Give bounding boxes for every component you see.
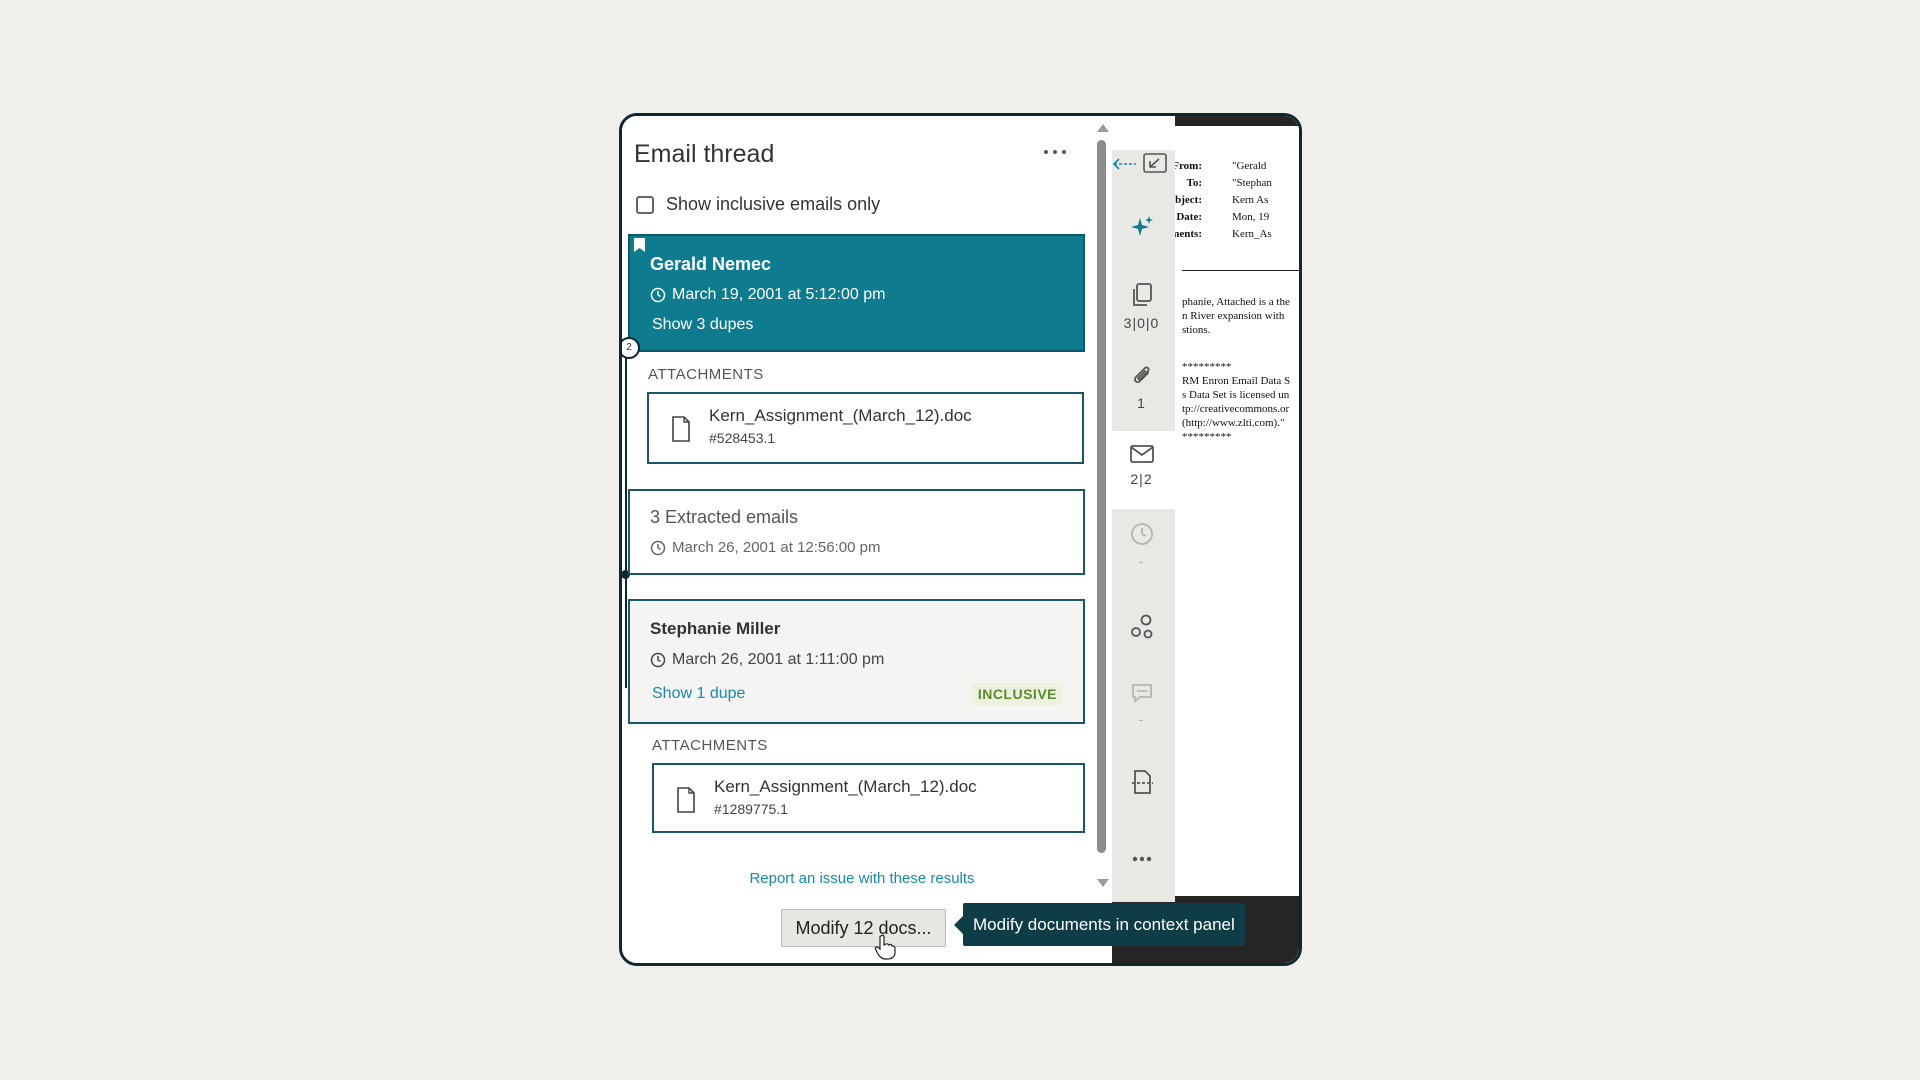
more-options-icon[interactable] bbox=[1042, 142, 1070, 162]
email-sender: 3 Extracted emails bbox=[650, 507, 799, 527]
body-line: (http://www.zlti.com)." bbox=[1182, 417, 1285, 429]
clock-icon bbox=[650, 287, 666, 303]
email-thread-panel: Email thread Show inclusive emails only … bbox=[622, 116, 1112, 963]
attachments-count: 1 bbox=[1137, 395, 1146, 411]
document-icon bbox=[677, 787, 695, 813]
sidebar-item-email-thread[interactable]: 2|2 bbox=[1108, 431, 1175, 509]
email-timestamp-text: March 26, 2001 at 12:56:00 pm bbox=[672, 539, 881, 556]
clusters-icon bbox=[1130, 614, 1152, 639]
show-dupes-link[interactable]: Show 1 dupe bbox=[652, 685, 745, 703]
body-line: phanie, Attached is a the bbox=[1182, 296, 1290, 308]
attachment-name: Kern_Assignment_(March_12).doc bbox=[709, 406, 972, 425]
clock-icon bbox=[1130, 523, 1153, 545]
email-timestamp: March 19, 2001 at 5:12:00 pm bbox=[650, 286, 885, 304]
show-dupes-link[interactable]: Show 3 dupes bbox=[652, 316, 753, 334]
comment-icon bbox=[1131, 684, 1152, 703]
clock-icon bbox=[650, 540, 666, 555]
envelope-icon bbox=[1129, 445, 1154, 463]
body-line: stions. bbox=[1182, 324, 1211, 336]
body-line: ********* bbox=[1182, 431, 1232, 443]
report-issue-link[interactable]: Report an issue with these results bbox=[622, 870, 1102, 887]
email-sender: Stephanie Miller bbox=[650, 619, 781, 638]
email-timestamp: March 26, 2001 at 12:56:00 pm bbox=[650, 539, 880, 556]
sidebar-item-comments[interactable]: - bbox=[1108, 681, 1175, 727]
context-sidebar: 3|0|0 1 2|2 - - bbox=[1108, 116, 1175, 902]
sidebar-item-related[interactable] bbox=[1108, 613, 1175, 641]
back-arrow-icon[interactable] bbox=[1112, 156, 1138, 172]
email-sender: Gerald Nemec bbox=[650, 254, 772, 274]
body-line: n River expansion with bbox=[1182, 310, 1285, 322]
email-card-stephanie-miller[interactable]: Stephanie Miller March 26, 2001 at 1:11:… bbox=[628, 599, 1085, 724]
app-window: From: "Gerald To: "Stephan Subject: Kern… bbox=[619, 113, 1302, 966]
email-timestamp: March 26, 2001 at 1:11:00 pm bbox=[650, 651, 884, 669]
inclusive-filter[interactable]: Show inclusive emails only bbox=[636, 194, 880, 215]
thread-depth-badge: 2 bbox=[622, 337, 640, 359]
sidebar-top bbox=[1108, 116, 1175, 150]
hand-cursor-icon bbox=[874, 934, 896, 960]
body-line: RM Enron Email Data S bbox=[1182, 375, 1291, 387]
sidebar-item-redaction[interactable] bbox=[1108, 768, 1175, 796]
inclusive-checkbox[interactable] bbox=[636, 195, 654, 214]
sidebar-item-ai[interactable] bbox=[1108, 214, 1175, 240]
email-count: 2|2 bbox=[1130, 471, 1153, 487]
attachment-id: #1289775.1 bbox=[714, 801, 788, 817]
panel-title: Email thread bbox=[634, 140, 775, 168]
bookmark-icon bbox=[634, 238, 645, 252]
sidebar-more-button[interactable] bbox=[1108, 854, 1175, 864]
attachments-heading: ATTACHMENTS bbox=[648, 366, 764, 383]
attachment-item[interactable]: Kern_Assignment_(March_12).doc #1289775.… bbox=[652, 763, 1085, 833]
body-line: tp://creativecommons.or bbox=[1182, 403, 1290, 415]
attachment-item[interactable]: Kern_Assignment_(March_12).doc #528453.1 bbox=[647, 392, 1084, 464]
attachment-id: #528453.1 bbox=[709, 430, 776, 446]
sparkle-icon bbox=[1130, 216, 1153, 236]
comments-count: - bbox=[1138, 711, 1145, 727]
scroll-down-arrow[interactable] bbox=[1097, 879, 1109, 887]
body-line: ********* bbox=[1182, 361, 1232, 373]
sidebar-item-history[interactable]: - bbox=[1108, 521, 1175, 569]
modify-docs-button[interactable]: Modify 12 docs... bbox=[781, 909, 946, 947]
clock-icon bbox=[650, 652, 666, 668]
paperclip-icon bbox=[1133, 366, 1150, 383]
sidebar-item-attachments[interactable]: 1 bbox=[1108, 361, 1175, 411]
email-timestamp-text: March 19, 2001 at 5:12:00 pm bbox=[672, 286, 886, 303]
header-divider bbox=[1182, 270, 1299, 271]
duplicates-count: 3|0|0 bbox=[1123, 315, 1160, 331]
body-line: s Data Set is licensed un bbox=[1182, 389, 1290, 401]
attachment-name: Kern_Assignment_(March_12).doc bbox=[714, 777, 977, 796]
document-icon bbox=[672, 416, 690, 442]
document-redact-icon bbox=[1131, 770, 1153, 794]
duplicates-icon bbox=[1132, 283, 1152, 306]
email-card-gerald-nemec[interactable]: Gerald Nemec March 19, 2001 at 5:12:00 p… bbox=[628, 234, 1085, 352]
sidebar-item-duplicates[interactable]: 3|0|0 bbox=[1108, 281, 1175, 331]
inclusive-badge: INCLUSIVE bbox=[971, 683, 1063, 705]
ellipsis-icon bbox=[1132, 856, 1151, 862]
email-card-extracted[interactable]: 3 Extracted emails March 26, 2001 at 12:… bbox=[628, 489, 1085, 575]
modify-tooltip: Modify documents in context panel bbox=[954, 903, 1245, 946]
attachments-heading: ATTACHMENTS bbox=[652, 737, 768, 754]
thread-line bbox=[625, 348, 627, 688]
inclusive-checkbox-label: Show inclusive emails only bbox=[666, 194, 881, 214]
scrollbar-thumb[interactable] bbox=[1097, 140, 1106, 853]
email-timestamp-text: March 26, 2001 at 1:11:00 pm bbox=[672, 651, 885, 668]
minimize-panel-icon[interactable] bbox=[1142, 152, 1168, 174]
scroll-up-arrow[interactable] bbox=[1097, 124, 1109, 132]
history-count: - bbox=[1138, 553, 1145, 569]
